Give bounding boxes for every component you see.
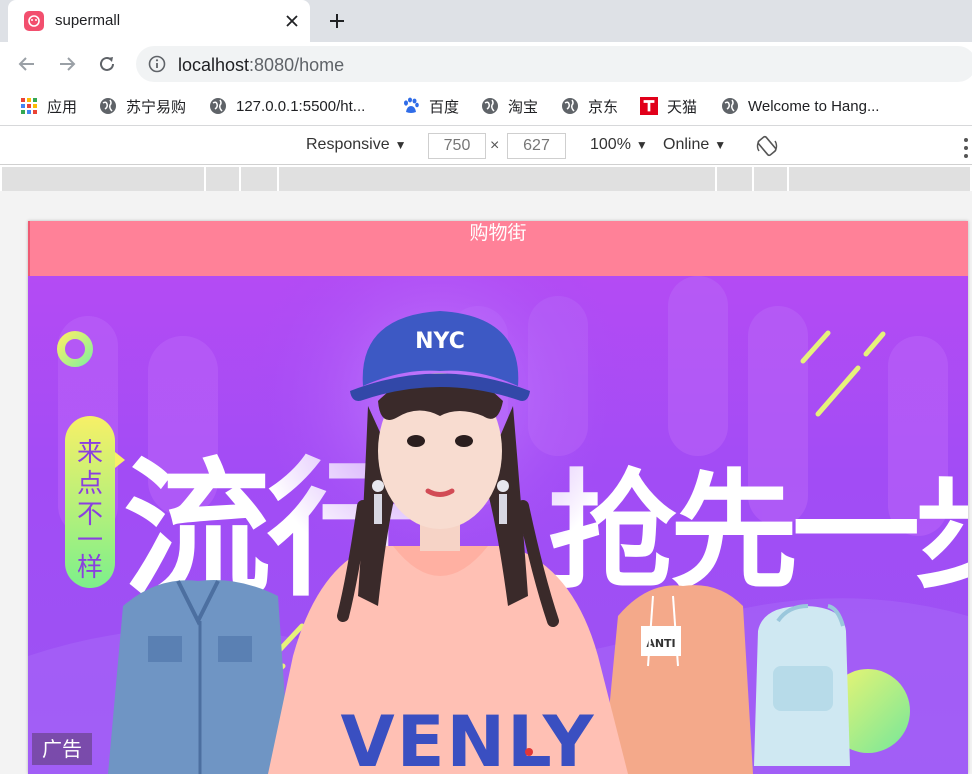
- bookmark-label: 天猫: [667, 98, 698, 116]
- headline-right: 抢先一步: [548, 458, 968, 607]
- page-title: 购物街: [469, 222, 527, 244]
- bookmark-label: 百度: [429, 98, 460, 116]
- app-nav-bar: 购物街: [28, 221, 968, 276]
- tmall-icon: [640, 97, 658, 115]
- peach-hoodie-image: ANTI: [603, 585, 753, 774]
- device-mode-select[interactable]: Responsive ▼: [306, 136, 407, 154]
- hoodie-print-text: VENLY: [341, 701, 596, 774]
- backpack-image: [754, 604, 850, 766]
- model-photo: NYC VENLY: [248, 276, 628, 774]
- cap-text: NYC: [415, 329, 465, 354]
- swiper-dot-active[interactable]: [525, 748, 533, 756]
- throttling-select[interactable]: Online ▼: [663, 136, 726, 154]
- bookmark-label: 苏宁易购: [126, 98, 187, 116]
- dropdown-caret-icon: ▼: [394, 138, 407, 152]
- media-query-separator: [752, 167, 754, 191]
- media-query-separator: [204, 167, 206, 191]
- site-info-icon[interactable]: [148, 55, 166, 73]
- more-options-icon[interactable]: [962, 138, 970, 158]
- media-query-separator: [715, 167, 717, 191]
- tab-strip: supermall: [0, 0, 972, 42]
- media-query-separator: [277, 167, 279, 191]
- bookmark-tmall[interactable]: 天猫: [640, 95, 697, 117]
- viewport-height-input[interactable]: 627: [507, 133, 566, 159]
- bookmark-label: 淘宝: [508, 98, 539, 116]
- zoom-select[interactable]: 100% ▼: [590, 136, 648, 154]
- ad-label: 广告: [32, 733, 92, 765]
- ribbon-char: 一: [77, 526, 103, 556]
- dropdown-caret-icon: ▼: [714, 138, 727, 152]
- bookmark-apps[interactable]: 应用: [20, 95, 77, 117]
- ribbon-char: 样: [77, 553, 103, 583]
- supermall-favicon-icon: [24, 11, 44, 31]
- browser-toolbar: localhost:8080/home: [0, 42, 972, 86]
- bookmark-suning[interactable]: 苏宁易购: [99, 95, 186, 117]
- banner-image: 来 点 不 一 样 流行 抢先一步 ANTI: [28, 276, 968, 774]
- swiper-indicators: [525, 748, 533, 756]
- apps-grid-icon: [20, 97, 38, 115]
- globe-icon: [99, 97, 117, 115]
- emulated-device-screen: 购物街 来 点 不 一 样 流行 抢先一 ANTI NYC VENLY 广告: [28, 221, 968, 774]
- url-host: localhost: [178, 55, 250, 75]
- url-path: :8080/home: [249, 55, 345, 75]
- dimension-separator: ×: [490, 137, 500, 154]
- bookmark-welcome[interactable]: Welcome to Hang...: [721, 95, 879, 117]
- bookmark-label: 127.0.0.1:5500/ht...: [236, 97, 366, 115]
- device-mode-label: Responsive: [306, 136, 390, 153]
- dropdown-caret-icon: ▼: [635, 138, 648, 152]
- rotate-device-icon[interactable]: [756, 135, 778, 157]
- ribbon-char: 点: [77, 469, 103, 499]
- address-bar[interactable]: localhost:8080/home: [136, 46, 972, 82]
- ribbon-char: 来: [77, 438, 103, 468]
- bookmark-label: 应用: [47, 98, 78, 116]
- globe-icon: [561, 97, 579, 115]
- media-query-separator: [787, 167, 789, 191]
- device-toolbar: Responsive ▼ 750 × 627 100% ▼ Online ▼: [0, 127, 972, 165]
- bookmark-localhost-5500[interactable]: 127.0.0.1:5500/ht...: [209, 95, 365, 117]
- viewport-width-input[interactable]: 750: [428, 133, 486, 159]
- bookmark-baidu[interactable]: 百度: [402, 95, 459, 117]
- media-query-separator: [239, 167, 241, 191]
- bookmark-label: 京东: [588, 98, 619, 116]
- back-arrow-icon[interactable]: [16, 53, 38, 75]
- globe-icon: [209, 97, 227, 115]
- bookmark-jd[interactable]: 京东: [561, 95, 618, 117]
- bookmarks-bar: 应用 苏宁易购 127.0.0.1:5500/ht... 百度 淘宝 京东 天猫…: [0, 86, 972, 126]
- media-query-bar[interactable]: [2, 167, 970, 191]
- forward-arrow-icon[interactable]: [56, 53, 78, 75]
- home-banner-swiper[interactable]: 来 点 不 一 样 流行 抢先一步 ANTI: [28, 276, 968, 774]
- bookmark-label: Welcome to Hang...: [748, 97, 880, 115]
- url-text: localhost:8080/home: [178, 55, 344, 76]
- baidu-paw-icon: [402, 97, 420, 115]
- globe-icon: [481, 97, 499, 115]
- globe-icon: [721, 97, 739, 115]
- browser-tab[interactable]: supermall: [8, 0, 310, 42]
- denim-jacket-image: [108, 580, 290, 774]
- tab-title: supermall: [55, 12, 121, 29]
- throttling-label: Online: [663, 136, 710, 153]
- close-tab-icon[interactable]: [282, 11, 302, 31]
- reload-icon[interactable]: [96, 53, 118, 75]
- new-tab-plus-icon[interactable]: [326, 10, 348, 32]
- bookmark-taobao[interactable]: 淘宝: [481, 95, 538, 117]
- zoom-label: 100%: [590, 136, 631, 153]
